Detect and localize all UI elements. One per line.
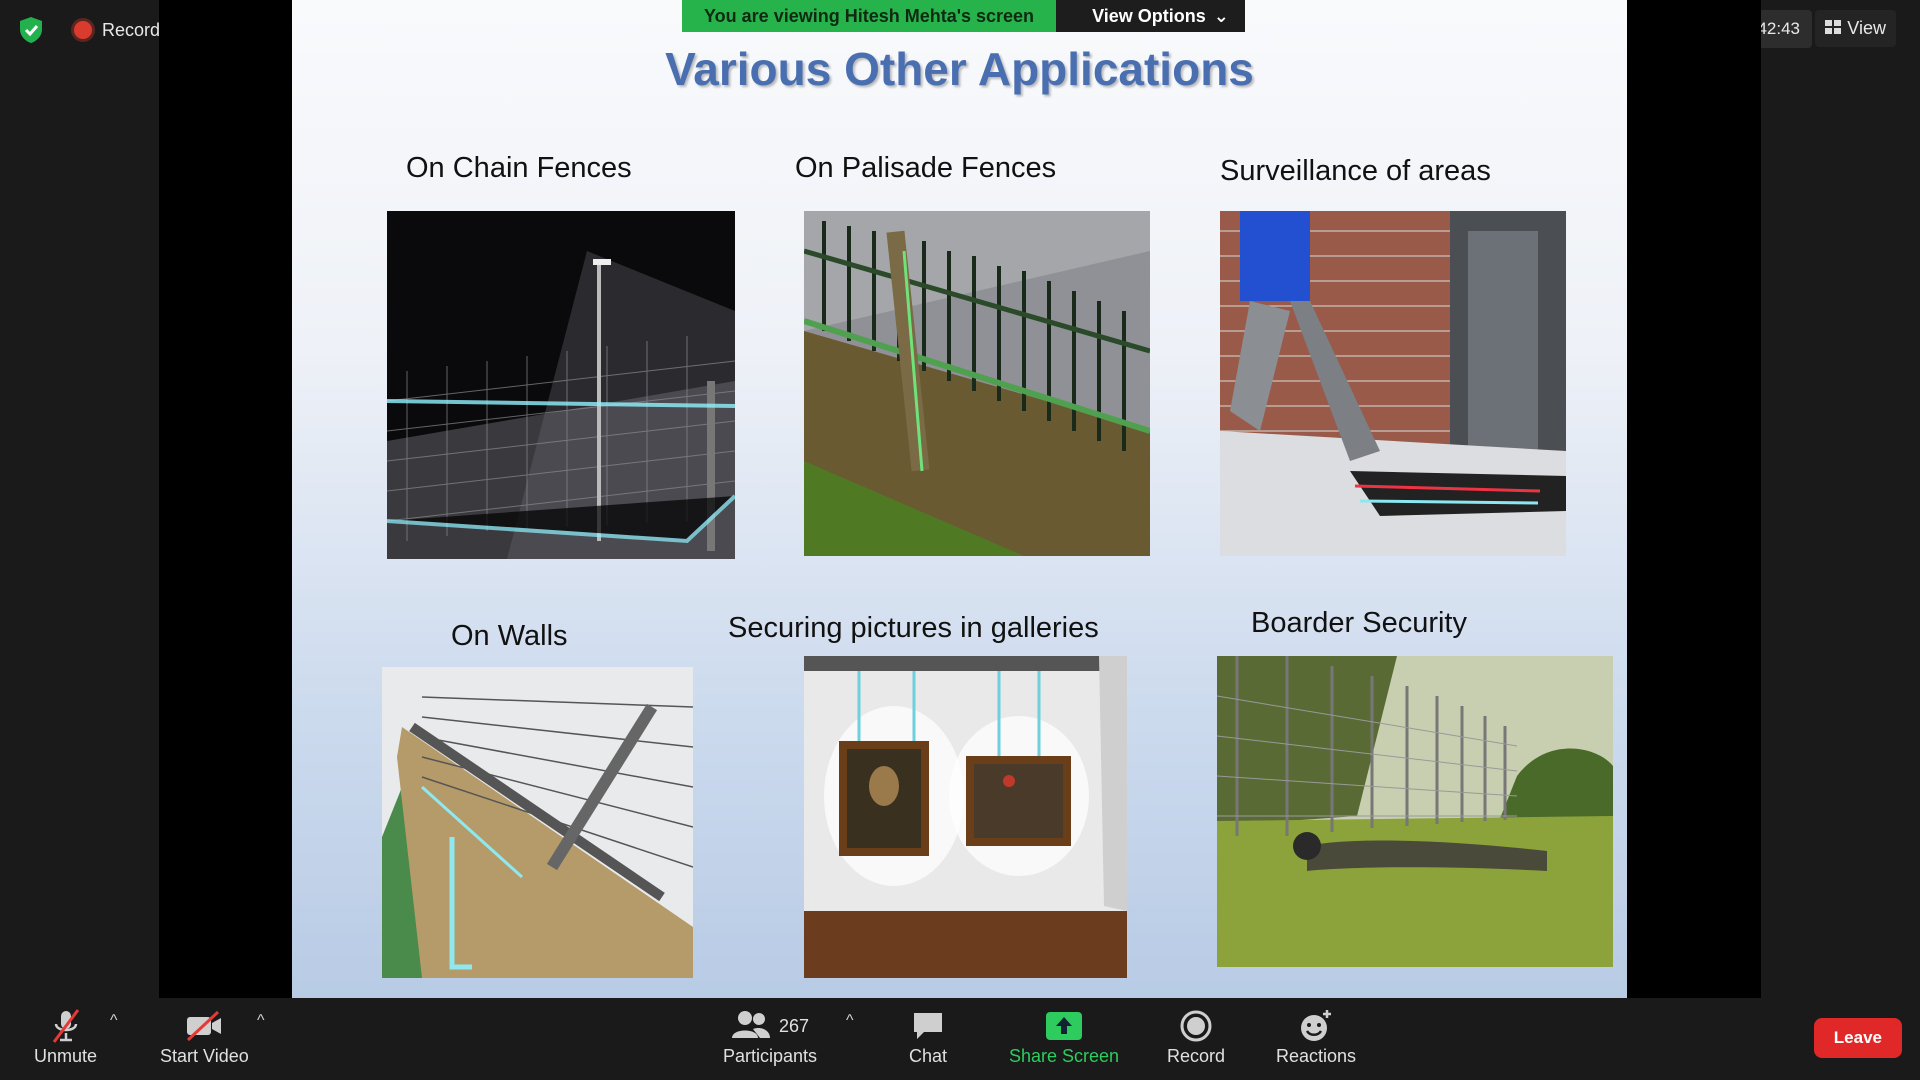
- caption-walls: On Walls: [451, 620, 568, 652]
- caption-surveillance: Surveillance of areas: [1220, 155, 1491, 187]
- screen-share-banner: You are viewing Hitesh Mehta's screen Vi…: [682, 0, 1245, 32]
- record-button[interactable]: Record: [1167, 1006, 1225, 1067]
- start-video-button[interactable]: Start Video: [160, 1006, 249, 1067]
- video-off-icon: [184, 1006, 224, 1046]
- participants-options-chevron-icon[interactable]: ^: [846, 1012, 854, 1030]
- share-screen-button[interactable]: Share Screen: [1009, 1006, 1119, 1067]
- caption-border-security: Boarder Security: [1251, 607, 1467, 639]
- participants-icon: [731, 1008, 771, 1045]
- view-button[interactable]: View: [1815, 10, 1896, 47]
- audio-options-chevron-icon[interactable]: ^: [110, 1012, 118, 1030]
- view-label: View: [1847, 18, 1886, 38]
- reactions-smiley-icon: [1298, 1006, 1334, 1046]
- participants-label: Participants: [723, 1046, 818, 1066]
- participants-count: 267: [779, 1015, 810, 1036]
- share-screen-icon: [1045, 1006, 1083, 1046]
- slide-title: Various Other Applications: [665, 43, 1254, 95]
- unmute-label: Unmute: [34, 1046, 98, 1066]
- viewing-notice: You are viewing Hitesh Mehta's screen: [682, 0, 1057, 32]
- gallery-image: [804, 656, 1127, 978]
- chat-label: Chat: [909, 1046, 948, 1066]
- security-shield-icon[interactable]: [14, 13, 48, 47]
- view-options-button[interactable]: View Options ⌄: [1056, 0, 1245, 32]
- caption-chain-fences: On Chain Fences: [406, 152, 632, 184]
- unmute-button[interactable]: Unmute: [34, 1006, 97, 1067]
- walls-image: [382, 667, 693, 978]
- start-video-label: Start Video: [160, 1046, 249, 1066]
- muted-microphone-icon: [49, 1006, 83, 1046]
- share-screen-label: Share Screen: [1009, 1046, 1120, 1066]
- surveillance-image: [1220, 211, 1566, 556]
- border-security-image: [1217, 656, 1613, 967]
- recording-dot-icon: [74, 21, 92, 39]
- caption-palisade-fences: On Palisade Fences: [795, 152, 1057, 184]
- caption-galleries: Securing pictures in galleries: [728, 612, 1099, 644]
- leave-button[interactable]: Leave: [1813, 1018, 1902, 1058]
- view-options-label: View Options: [1092, 5, 1206, 26]
- palisade-fence-image: [804, 211, 1150, 556]
- chain-fence-image: [387, 211, 735, 559]
- reactions-button[interactable]: Reactions: [1276, 1006, 1356, 1067]
- chat-button[interactable]: Chat: [909, 1006, 947, 1067]
- meeting-toolbar: Unmute ^ Start Video ^ 267 Participants …: [0, 998, 1920, 1080]
- participants-button[interactable]: 267 Participants: [723, 1006, 817, 1067]
- grid-icon: [1825, 18, 1842, 39]
- record-label: Record: [1167, 1046, 1226, 1066]
- video-options-chevron-icon[interactable]: ^: [257, 1012, 265, 1030]
- chevron-down-icon: ⌄: [1213, 5, 1229, 26]
- record-icon: [1179, 1006, 1213, 1046]
- reactions-label: Reactions: [1276, 1046, 1357, 1066]
- presentation-slide: Various Other Applications On Chain Fenc…: [292, 0, 1627, 1000]
- chat-icon: [911, 1006, 945, 1046]
